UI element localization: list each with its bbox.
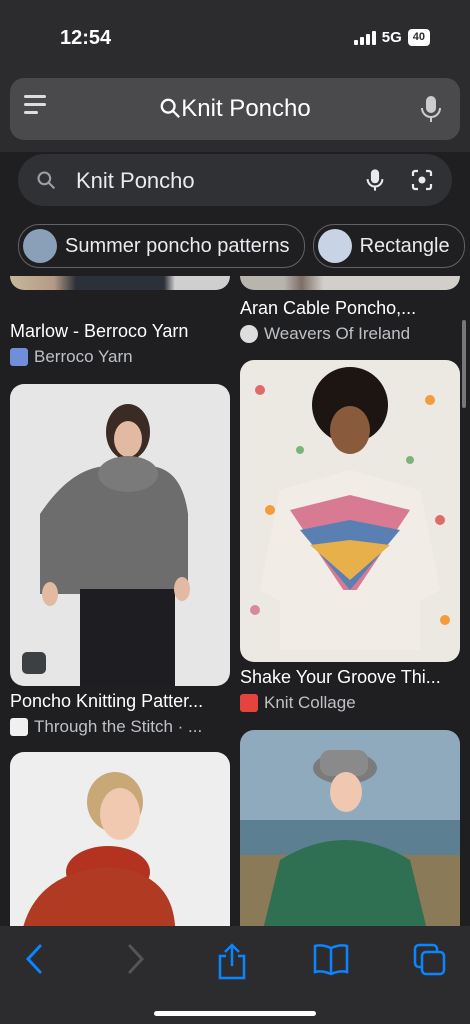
address-text: Knit Poncho bbox=[181, 95, 311, 122]
browser-toolbar bbox=[0, 926, 470, 1024]
scrollbar[interactable] bbox=[462, 320, 466, 408]
chip-label: Rectangle bbox=[359, 234, 450, 257]
result-title[interactable]: Shake Your Groove Thi... bbox=[240, 667, 462, 688]
product-tag-icon bbox=[22, 652, 46, 674]
battery-icon: 40 bbox=[407, 29, 430, 46]
result-image-grey-poncho[interactable] bbox=[10, 384, 230, 686]
result-image-aran[interactable] bbox=[240, 276, 460, 290]
result-source[interactable]: Knit Collage bbox=[240, 693, 356, 713]
tabs-icon[interactable] bbox=[412, 942, 448, 976]
result-source-label: Through the Stitch · ... bbox=[34, 717, 203, 736]
chip-summer-poncho-patterns[interactable]: Summer poncho patterns bbox=[18, 224, 305, 268]
green-poncho-photo bbox=[240, 750, 460, 926]
chip-thumbnail bbox=[23, 229, 57, 263]
status-bar: 12:54 5G 40 bbox=[0, 0, 470, 70]
voice-search-icon[interactable] bbox=[366, 167, 384, 193]
result-source-label: Weavers Of Ireland bbox=[264, 324, 411, 343]
weavers-favicon-icon bbox=[240, 325, 258, 343]
microphone-icon[interactable] bbox=[420, 94, 442, 124]
chip-thumbnail bbox=[317, 229, 352, 263]
forward-icon[interactable] bbox=[124, 942, 148, 976]
signal-icon bbox=[353, 30, 376, 45]
red-sweater-photo bbox=[23, 772, 175, 926]
berroco-favicon-icon bbox=[10, 348, 28, 366]
search-icon bbox=[160, 98, 181, 118]
address-text-wrapper[interactable]: Knit Poncho bbox=[10, 95, 460, 123]
chip-label: Summer poncho patterns bbox=[65, 234, 290, 257]
chip-rectangle[interactable]: Rectangle bbox=[312, 224, 465, 268]
bookmarks-icon[interactable] bbox=[312, 942, 350, 976]
result-image-red-sweater[interactable] bbox=[10, 752, 230, 926]
search-icon bbox=[37, 171, 56, 190]
result-source-label: Berroco Yarn bbox=[34, 347, 133, 366]
result-title[interactable]: Marlow - Berroco Yarn bbox=[10, 321, 232, 342]
status-indicators: 5G 40 bbox=[353, 29, 430, 46]
through-the-stitch-favicon-icon bbox=[10, 718, 28, 736]
home-indicator[interactable] bbox=[154, 1011, 316, 1016]
reader-menu-icon[interactable] bbox=[24, 95, 46, 123]
result-image-green-poncho[interactable] bbox=[240, 730, 460, 926]
result-image-marlow[interactable] bbox=[10, 276, 230, 290]
back-icon[interactable] bbox=[22, 942, 46, 976]
result-title[interactable]: Aran Cable Poncho,... bbox=[240, 298, 462, 319]
result-source[interactable]: Berroco Yarn bbox=[10, 347, 133, 367]
network-label: 5G bbox=[381, 29, 402, 46]
share-icon[interactable] bbox=[216, 942, 248, 980]
result-image-colorful-poncho[interactable] bbox=[240, 360, 460, 662]
google-search-bar[interactable]: Knit Poncho bbox=[18, 154, 452, 206]
search-input[interactable]: Knit Poncho bbox=[76, 168, 195, 194]
address-bar[interactable]: Knit Poncho bbox=[10, 78, 460, 140]
image-results-grid: Marlow - Berroco Yarn Berroco Yarn Aran … bbox=[0, 276, 470, 926]
status-time: 12:54 bbox=[60, 27, 112, 49]
grey-poncho-photo bbox=[40, 404, 190, 686]
colorful-poncho-photo bbox=[250, 367, 450, 650]
result-source[interactable]: Weavers Of Ireland bbox=[240, 324, 410, 344]
lens-camera-icon[interactable] bbox=[410, 168, 434, 192]
browser-address-area: Knit Poncho bbox=[0, 70, 470, 152]
knit-collage-favicon-icon bbox=[240, 694, 258, 712]
result-source[interactable]: Through the Stitch · ... bbox=[10, 717, 202, 737]
result-title[interactable]: Poncho Knitting Patter... bbox=[10, 691, 232, 712]
suggestion-chips: Summer poncho patterns Rectangle bbox=[18, 224, 465, 268]
result-source-label: Knit Collage bbox=[264, 693, 356, 712]
